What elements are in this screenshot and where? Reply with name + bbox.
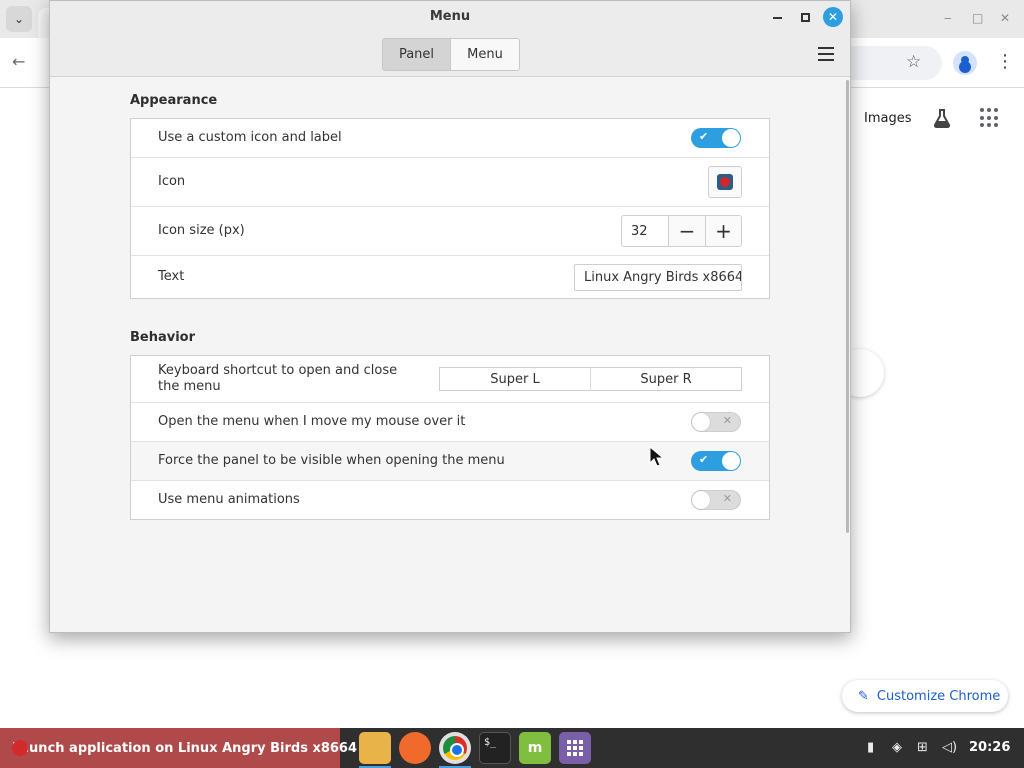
shortcut-buttons: Super L Super R [439, 367, 742, 391]
window-title: Menu [429, 9, 471, 24]
minimize-button[interactable] [768, 8, 786, 26]
network-icon[interactable]: ⊞ [917, 740, 928, 755]
appearance-frame: Use a custom icon and label ✔ Icon Icon … [130, 118, 770, 299]
text-label: Text [158, 269, 185, 284]
terminal-launcher-icon[interactable]: $_ [479, 732, 511, 764]
decrement-button[interactable]: − [669, 216, 705, 246]
back-icon[interactable]: ← [12, 52, 25, 71]
chevron-down-icon: ⌄ [13, 12, 25, 26]
browser-maximize-icon[interactable]: □ [972, 11, 983, 25]
tab-menu[interactable]: Menu [451, 39, 519, 70]
active-task-button[interactable]: Launch application on Linux Angry Birds … [0, 728, 357, 768]
behavior-section-title: Behavior [130, 330, 196, 345]
chrome-launcher-icon[interactable] [439, 732, 471, 768]
customize-chrome-button[interactable]: ✎ Customize Chrome [842, 680, 1008, 712]
icon-row: Icon [131, 158, 769, 207]
custom-icon-toggle[interactable]: ✔ [691, 128, 741, 148]
mint-launcher-icon[interactable]: m [519, 732, 551, 764]
pencil-icon: ✎ [858, 688, 869, 704]
taskbar: Launch application on Linux Angry Birds … [0, 728, 1024, 768]
browser-minimize-icon[interactable]: ‒ [944, 11, 952, 25]
maximize-button[interactable] [796, 8, 814, 26]
update-manager-icon[interactable]: ▮ [867, 740, 874, 755]
shortcut-label: Keyboard shortcut to open and close the … [158, 363, 398, 394]
text-row: Text Linux Angry Birds x8664 [131, 256, 769, 298]
animations-toggle[interactable]: ✕ [691, 490, 741, 510]
force-visible-label: Force the panel to be visible when openi… [158, 453, 505, 468]
browser-close-icon[interactable]: ✕ [1000, 11, 1010, 25]
maximize-icon [800, 12, 810, 22]
behavior-frame: Keyboard shortcut to open and close the … [130, 355, 770, 520]
window-titlebar: Menu ✕ Panel Menu [50, 1, 850, 77]
labs-flask-icon[interactable] [931, 107, 953, 129]
clock[interactable]: 20:26 [969, 740, 1010, 755]
bookmark-star-icon[interactable]: ☆ [906, 52, 921, 72]
browser-menu-icon[interactable]: ⋮ [996, 51, 1014, 72]
menu-text-input[interactable]: Linux Angry Birds x8664 [574, 263, 742, 291]
hover-open-label: Open the menu when I move my mouse over … [158, 414, 466, 429]
icon-chooser-button[interactable] [708, 166, 742, 198]
icon-label: Icon [158, 174, 186, 189]
active-task-label: Launch application on Linux Angry Birds … [12, 740, 358, 756]
icon-size-input[interactable]: 32 [622, 216, 669, 246]
icon-size-label: Icon size (px) [158, 223, 245, 238]
custom-icon-row: Use a custom icon and label ✔ [131, 119, 769, 158]
icon-size-row: Icon size (px) 32 − + [131, 207, 769, 256]
force-visible-row: Force the panel to be visible when openi… [131, 442, 769, 481]
hover-open-toggle[interactable]: ✕ [691, 412, 741, 432]
minimize-icon [772, 17, 782, 19]
google-apps-icon[interactable] [980, 108, 1000, 128]
shortcut-row: Keyboard shortcut to open and close the … [131, 356, 769, 403]
page-switcher: Panel Menu [382, 38, 520, 71]
tab-search-button[interactable]: ⌄ [6, 6, 32, 32]
settings-content: Appearance Use a custom icon and label ✔… [50, 78, 850, 632]
close-button[interactable]: ✕ [823, 7, 843, 27]
shortcut-primary-button[interactable]: Super L [440, 368, 590, 390]
hover-open-row: Open the menu when I move my mouse over … [131, 403, 769, 442]
profile-avatar-icon[interactable] [953, 51, 977, 75]
appearance-section-title: Appearance [130, 93, 218, 108]
x-icon: ✕ [722, 414, 732, 427]
animations-row: Use menu animations ✕ [131, 481, 769, 519]
images-link[interactable]: Images [864, 111, 912, 126]
mouse-pointer-icon [649, 446, 665, 467]
close-icon: ✕ [827, 10, 839, 24]
check-icon: ✔ [699, 130, 709, 143]
files-launcher-icon[interactable] [359, 732, 391, 768]
angry-bird-icon [717, 174, 733, 190]
volume-icon[interactable]: ◁) [942, 740, 957, 755]
hamburger-menu-icon[interactable] [818, 47, 834, 61]
icon-size-spinner: 32 − + [621, 215, 742, 247]
tab-panel[interactable]: Panel [383, 39, 451, 70]
force-visible-toggle[interactable]: ✔ [691, 451, 741, 471]
menu-settings-window: Menu ✕ Panel Menu Appearance Use a custo… [49, 0, 851, 633]
check-icon: ✔ [699, 453, 709, 466]
x-icon: ✕ [722, 492, 732, 505]
scrollbar[interactable] [846, 80, 849, 533]
shortcut-secondary-button[interactable]: Super R [590, 368, 741, 390]
firefox-launcher-icon[interactable] [399, 732, 431, 764]
app-grid-launcher-icon[interactable] [559, 732, 591, 764]
animations-label: Use menu animations [158, 492, 300, 507]
custom-icon-label: Use a custom icon and label [158, 130, 342, 145]
increment-button[interactable]: + [705, 216, 741, 246]
shield-icon[interactable]: ◈ [892, 740, 902, 755]
customize-chrome-label: Customize Chrome [876, 688, 1001, 704]
address-bar[interactable] [846, 46, 942, 80]
